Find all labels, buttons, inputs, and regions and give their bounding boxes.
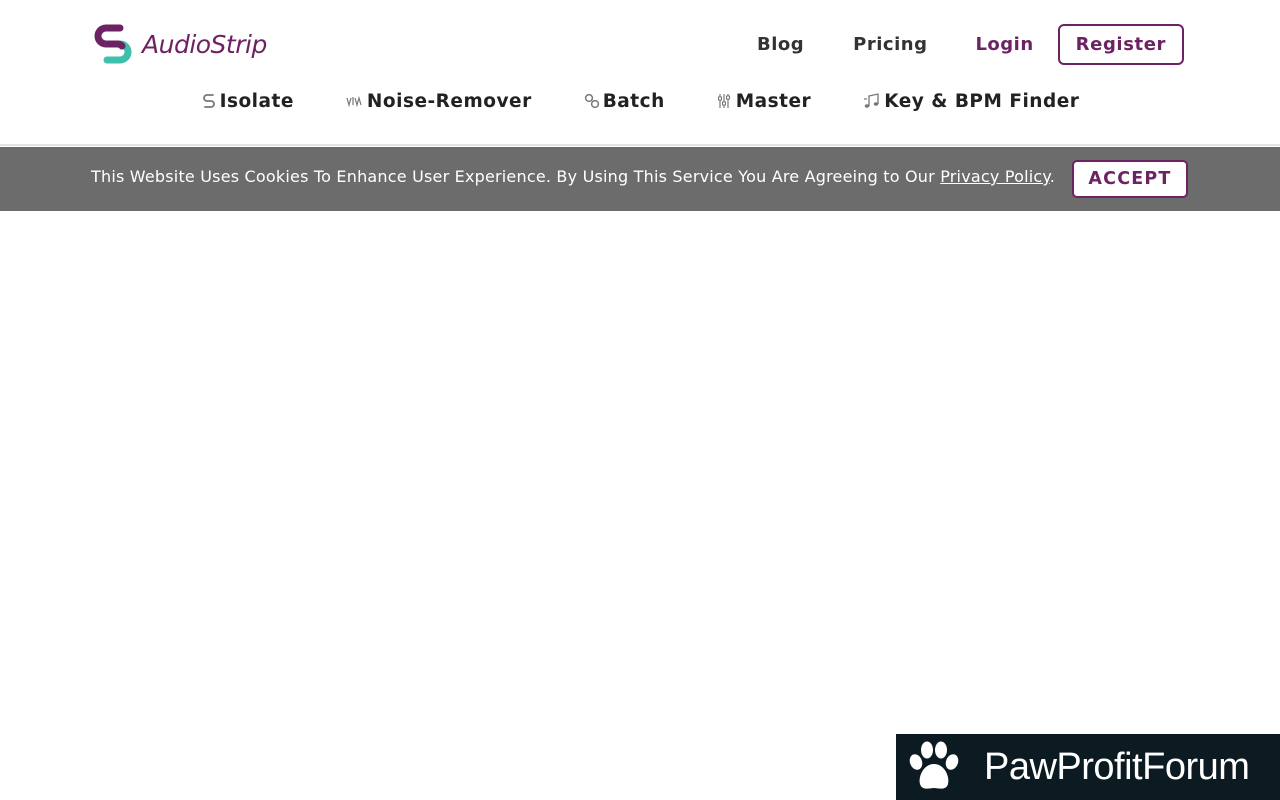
privacy-policy-link[interactable]: Privacy Policy xyxy=(940,167,1050,186)
cookie-text: This Website Uses Cookies To Enhance Use… xyxy=(91,167,941,186)
s-logo-icon xyxy=(94,24,132,64)
nav-login[interactable]: Login xyxy=(975,34,1033,55)
tool-master-label: Master xyxy=(735,90,812,112)
watermark-banner: PawProfitForum xyxy=(896,734,1280,800)
tool-noise-remover[interactable]: Noise-Remover xyxy=(346,91,532,112)
tool-key-bpm-finder-label: Key & BPM Finder xyxy=(884,90,1080,112)
tool-noise-remover-label: Noise-Remover xyxy=(366,90,532,112)
isolate-icon xyxy=(201,92,217,110)
noise-wave-icon xyxy=(346,92,364,110)
watermark-text: PawProfitForum xyxy=(984,745,1250,788)
page: AudioStrip Blog Pricing Login Register I… xyxy=(0,0,1280,800)
site-header: AudioStrip Blog Pricing Login Register I… xyxy=(0,0,1280,146)
top-nav: Blog Pricing Login Register xyxy=(708,24,1184,65)
cookie-suffix: . xyxy=(1049,167,1056,186)
tool-isolate-label: Isolate xyxy=(219,90,294,112)
logo-link[interactable]: AudioStrip xyxy=(94,22,267,66)
logo-text: AudioStrip xyxy=(142,29,267,59)
tool-batch-label: Batch xyxy=(602,90,665,112)
tool-master[interactable]: Master xyxy=(717,91,811,112)
accept-cookies-button[interactable]: ACCEPT xyxy=(1072,160,1188,198)
master-sliders-icon xyxy=(717,92,733,110)
register-button[interactable]: Register xyxy=(1057,24,1184,65)
paw-icon xyxy=(909,741,959,789)
tool-batch[interactable]: Batch xyxy=(584,91,665,112)
nav-blog[interactable]: Blog xyxy=(757,34,804,55)
music-note-icon xyxy=(863,92,881,110)
tool-nav: Isolate Noise-Remover Batch Master Key &… xyxy=(0,86,1280,116)
tool-key-bpm-finder[interactable]: Key & BPM Finder xyxy=(863,91,1079,112)
cookie-message: This Website Uses Cookies To Enhance Use… xyxy=(91,167,1055,186)
cookie-banner: This Website Uses Cookies To Enhance Use… xyxy=(0,147,1280,211)
tool-isolate[interactable]: Isolate xyxy=(201,91,294,112)
nav-pricing[interactable]: Pricing xyxy=(853,34,927,55)
batch-link-icon xyxy=(584,92,600,110)
